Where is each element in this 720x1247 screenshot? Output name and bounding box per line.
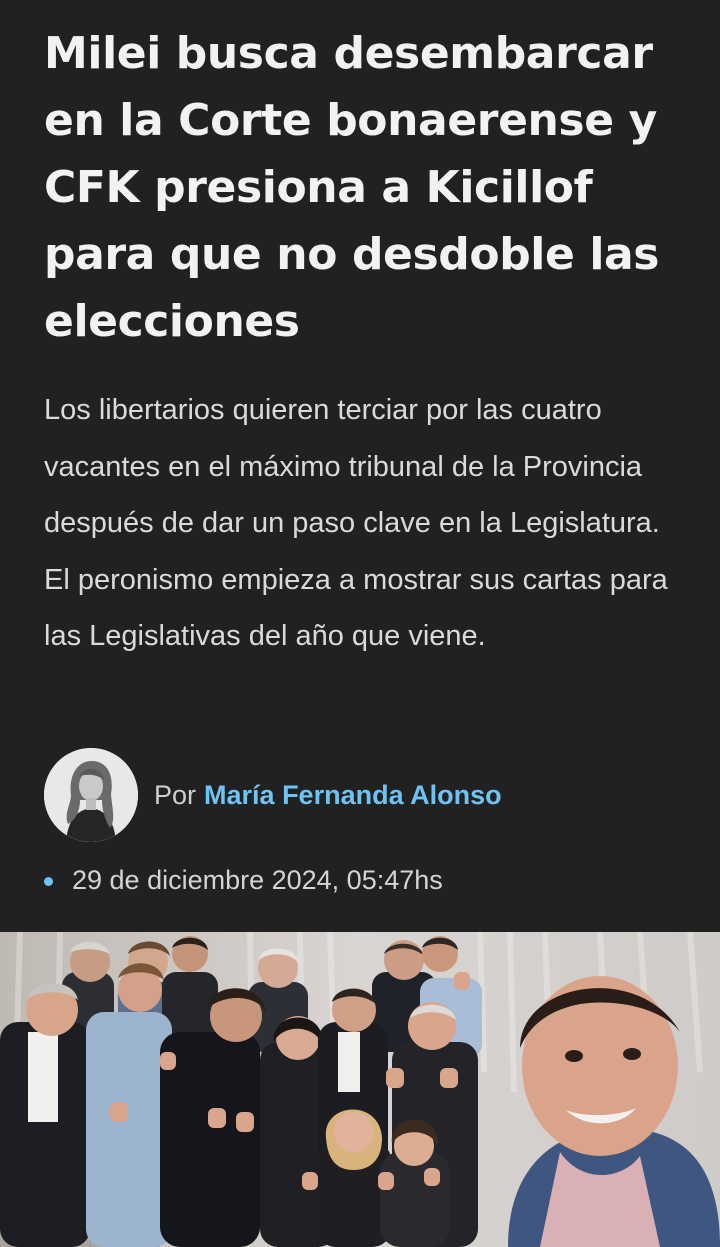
article-hero-photo[interactable] [0,932,720,1247]
byline-text: Por María Fernanda Alonso [154,780,502,811]
author-name-link[interactable]: María Fernanda Alonso [204,780,502,810]
byline-prefix: Por [154,779,197,810]
author-avatar-image [44,748,138,842]
author-avatar[interactable] [44,748,138,842]
article-header: Milei busca desembarcar en la Corte bona… [0,0,720,932]
group-photo-image [0,932,720,1247]
publish-date: 29 de diciembre 2024, 05:47hs [72,864,443,895]
article-lede: Los libertarios quieren terciar por las … [44,394,668,652]
article-headline: Milei busca desembarcar en la Corte bona… [44,28,660,347]
author-byline: Por María Fernanda Alonso [44,748,502,842]
publish-date-row: 29 de diciembre 2024, 05:47hs [44,860,443,900]
bullet-dot-icon [44,876,53,886]
